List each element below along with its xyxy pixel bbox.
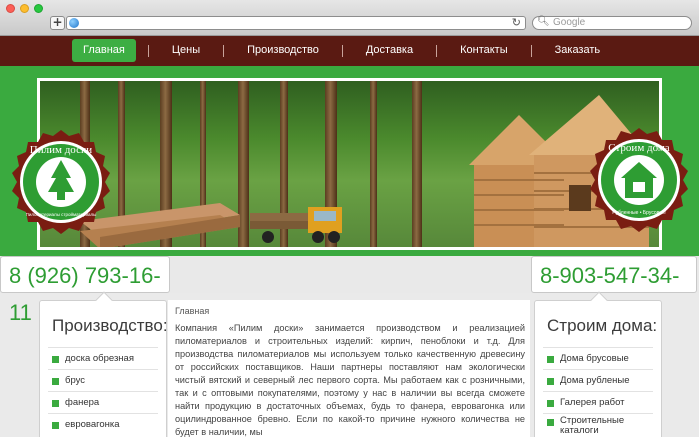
sidebar-item-gallery[interactable]: Галерея работ <box>543 391 653 413</box>
green-square-bullet-icon <box>547 400 554 407</box>
zoom-window-icon[interactable] <box>34 4 43 13</box>
nav-item-delivery[interactable]: Доставка <box>355 39 424 62</box>
logo-right-subtext: Рубленные • Брусовые <box>612 210 666 216</box>
globe-icon <box>69 18 79 28</box>
logo-left-text: Пилим доски <box>30 144 93 156</box>
search-input[interactable]: 🔍︎ Google <box>532 16 692 30</box>
green-square-bullet-icon <box>52 422 59 429</box>
sidebar-item-catalogs[interactable]: Строительные каталоги <box>543 413 653 437</box>
phone-number-left[interactable]: 8 (926) 793-16-11 <box>0 256 170 325</box>
nav-divider <box>530 45 532 57</box>
sidebar-item-label: евровагонка <box>65 419 120 430</box>
production-sidebar: Производство: доска обрезная брус фанера… <box>39 291 168 437</box>
nav-divider <box>223 45 225 57</box>
sidebar-item-label: Дома рубленые <box>560 375 630 386</box>
houses-sidebar: Строим дома: Дома брусовые Дома рубленые… <box>534 291 662 437</box>
green-square-bullet-icon <box>547 356 554 363</box>
search-icon: 🔍︎ <box>537 16 550 27</box>
green-square-bullet-icon <box>52 378 59 385</box>
logo-seal-left[interactable]: Пилим доски Пиломатериалы стройматериалы <box>9 130 113 234</box>
sidebar-item-eurolining[interactable]: евровагонка <box>48 413 158 435</box>
breadcrumb[interactable]: Главная <box>175 306 209 316</box>
nav-divider <box>147 45 149 57</box>
nav-divider <box>341 45 343 57</box>
sidebar-item-label: брус <box>65 375 86 386</box>
sidebar-item-label: доска обрезная <box>65 353 134 364</box>
nav-item-home[interactable]: Главная <box>72 39 136 62</box>
log-truck-image <box>250 207 342 243</box>
nav-item-contacts[interactable]: Контакты <box>449 39 519 62</box>
sidebar-item-log-houses[interactable]: Дома рубленые <box>543 369 653 391</box>
green-square-bullet-icon <box>547 378 554 385</box>
logo-right-text: Строим дома <box>608 142 670 154</box>
minimize-window-icon[interactable] <box>20 4 29 13</box>
main-article-text: Компания «Пилим доски» занимается произв… <box>175 323 525 437</box>
logo-left-subtext: Пиломатериалы стройматериалы <box>26 211 97 217</box>
hero-banner-image <box>37 78 662 250</box>
nav-item-order[interactable]: Заказать <box>544 39 612 62</box>
phone-number-right[interactable]: 8-903-547-34-80 <box>531 256 697 325</box>
green-square-bullet-icon <box>547 419 554 426</box>
sidebar-item-plywood[interactable]: фанера <box>48 391 158 413</box>
close-window-icon[interactable] <box>6 4 15 13</box>
logo-seal-right[interactable]: Строим дома Рубленные • Брусовые <box>587 128 691 232</box>
sidebar-item-label: фанера <box>65 397 100 408</box>
reload-icon[interactable]: ↻ <box>512 16 521 29</box>
browser-toolbar: + ↻ 🔍︎ Google <box>0 0 699 36</box>
green-square-bullet-icon <box>52 356 59 363</box>
nav-item-production[interactable]: Производство <box>236 39 330 62</box>
new-tab-button[interactable]: + <box>50 16 65 30</box>
sidebar-item-beam[interactable]: брус <box>48 369 158 391</box>
green-square-bullet-icon <box>52 400 59 407</box>
sidebar-item-label: Дома брусовые <box>560 353 629 364</box>
sidebar-item-label: Галерея работ <box>560 397 625 408</box>
address-bar[interactable]: ↻ <box>66 16 526 30</box>
sidebar-item-edged-board[interactable]: доска обрезная <box>48 347 158 369</box>
nav-item-prices[interactable]: Цены <box>161 39 211 62</box>
search-placeholder: Google <box>553 17 586 28</box>
sidebar-item-label: Строительные каталоги <box>560 415 625 436</box>
main-navigation: Главная Цены Производство Доставка Конта… <box>0 36 699 66</box>
sidebar-item-timber-houses[interactable]: Дома брусовые <box>543 347 653 369</box>
nav-divider <box>436 45 438 57</box>
